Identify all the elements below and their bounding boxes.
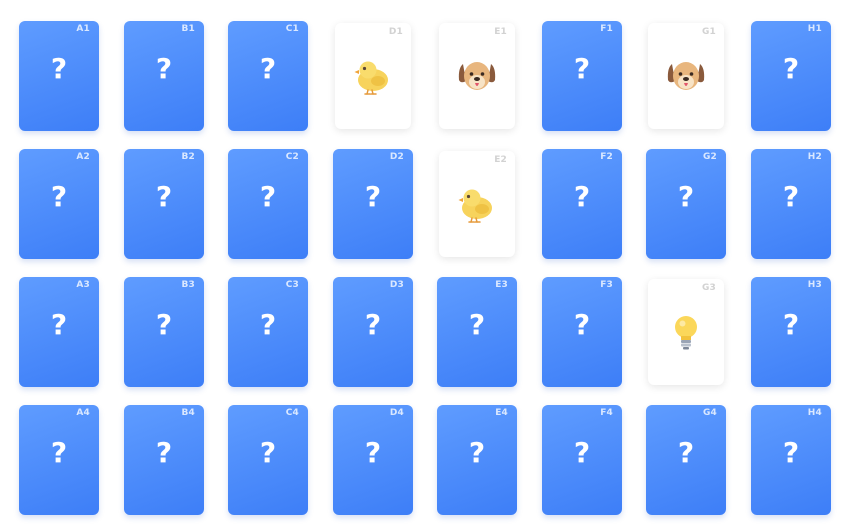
question-mark: ? <box>259 308 277 341</box>
card-position-label: D4 <box>389 408 404 418</box>
card-d4[interactable]: D4? <box>333 405 413 515</box>
card-position-label: C3 <box>285 280 299 290</box>
card-e1[interactable]: E1 <box>439 23 515 129</box>
card-g3[interactable]: G3 <box>648 279 724 385</box>
card-position-label: G2 <box>702 152 717 162</box>
question-mark: ? <box>50 308 68 341</box>
question-mark: ? <box>573 180 591 213</box>
card-a3[interactable]: A3? <box>19 277 99 387</box>
card-a1[interactable]: A1? <box>19 21 99 131</box>
question-mark: ? <box>782 308 800 341</box>
card-position-label: E2 <box>494 155 507 165</box>
card-d3[interactable]: D3? <box>333 277 413 387</box>
card-b4[interactable]: B4? <box>124 405 204 515</box>
question-mark: ? <box>364 308 382 341</box>
question-mark: ? <box>677 436 695 469</box>
card-f2[interactable]: F2? <box>542 149 622 259</box>
card-position-label: G3 <box>701 283 716 293</box>
card-g2[interactable]: G2? <box>646 149 726 259</box>
card-position-label: H2 <box>807 152 822 162</box>
card-position-label: B1 <box>181 24 195 34</box>
card-e4[interactable]: E4? <box>437 405 517 515</box>
question-mark: ? <box>50 436 68 469</box>
card-d1[interactable]: D1 <box>335 23 411 129</box>
card-g1[interactable]: G1 <box>648 23 724 129</box>
card-b3[interactable]: B3? <box>124 277 204 387</box>
question-mark: ? <box>259 52 277 85</box>
card-g4[interactable]: G4? <box>646 405 726 515</box>
card-position-label: C2 <box>285 152 299 162</box>
dog-icon <box>457 56 497 96</box>
question-mark: ? <box>155 436 173 469</box>
card-position-label: A4 <box>76 408 90 418</box>
question-mark: ? <box>782 180 800 213</box>
card-position-label: F2 <box>600 152 613 162</box>
card-position-label: B2 <box>181 152 195 162</box>
card-f1[interactable]: F1? <box>542 21 622 131</box>
card-position-label: G4 <box>702 408 717 418</box>
card-a2[interactable]: A2? <box>19 149 99 259</box>
card-b1[interactable]: B1? <box>124 21 204 131</box>
card-f4[interactable]: F4? <box>542 405 622 515</box>
card-h3[interactable]: H3? <box>751 277 831 387</box>
question-mark: ? <box>50 180 68 213</box>
card-h2[interactable]: H2? <box>751 149 831 259</box>
question-mark: ? <box>155 180 173 213</box>
question-mark: ? <box>364 436 382 469</box>
card-position-label: E4 <box>495 408 508 418</box>
lightbulb-icon <box>666 312 706 352</box>
card-c3[interactable]: C3? <box>228 277 308 387</box>
question-mark: ? <box>259 436 277 469</box>
card-a4[interactable]: A4? <box>19 405 99 515</box>
question-mark: ? <box>468 436 486 469</box>
card-position-label: C4 <box>285 408 299 418</box>
card-position-label: E3 <box>495 280 508 290</box>
question-mark: ? <box>573 436 591 469</box>
card-b2[interactable]: B2? <box>124 149 204 259</box>
card-position-label: G1 <box>701 27 716 37</box>
card-position-label: E1 <box>494 27 507 37</box>
question-mark: ? <box>782 436 800 469</box>
question-mark: ? <box>573 308 591 341</box>
card-position-label: C1 <box>285 24 299 34</box>
question-mark: ? <box>468 308 486 341</box>
card-position-label: F3 <box>600 280 613 290</box>
card-position-label: H4 <box>807 408 822 418</box>
card-position-label: D2 <box>389 152 404 162</box>
chick-icon <box>353 56 393 96</box>
card-e2[interactable]: E2 <box>439 151 515 257</box>
card-f3[interactable]: F3? <box>542 277 622 387</box>
question-mark: ? <box>782 52 800 85</box>
card-h1[interactable]: H1? <box>751 21 831 131</box>
question-mark: ? <box>259 180 277 213</box>
card-position-label: A1 <box>76 24 90 34</box>
card-c1[interactable]: C1? <box>228 21 308 131</box>
question-mark: ? <box>573 52 591 85</box>
card-c4[interactable]: C4? <box>228 405 308 515</box>
card-e3[interactable]: E3? <box>437 277 517 387</box>
card-position-label: B3 <box>181 280 195 290</box>
card-h4[interactable]: H4? <box>751 405 831 515</box>
card-position-label: D3 <box>389 280 404 290</box>
question-mark: ? <box>50 52 68 85</box>
card-position-label: A2 <box>76 152 90 162</box>
question-mark: ? <box>677 180 695 213</box>
memory-game-board: A1? B1? C1? D1 E1 F1? G1 H1 ? A2 ? B2 ? … <box>0 0 850 524</box>
card-d2[interactable]: D2? <box>333 149 413 259</box>
question-mark: ? <box>364 180 382 213</box>
card-position-label: H3 <box>807 280 822 290</box>
chick-icon <box>457 184 497 224</box>
card-position-label: F4 <box>600 408 613 418</box>
card-position-label: D1 <box>388 27 403 37</box>
question-mark: ? <box>155 52 173 85</box>
card-position-label: B4 <box>181 408 195 418</box>
dog-icon <box>666 56 706 96</box>
card-position-label: F1 <box>600 24 613 34</box>
card-position-label: A3 <box>76 280 90 290</box>
question-mark: ? <box>155 308 173 341</box>
card-position-label: H1 <box>807 24 822 34</box>
card-c2[interactable]: C2? <box>228 149 308 259</box>
